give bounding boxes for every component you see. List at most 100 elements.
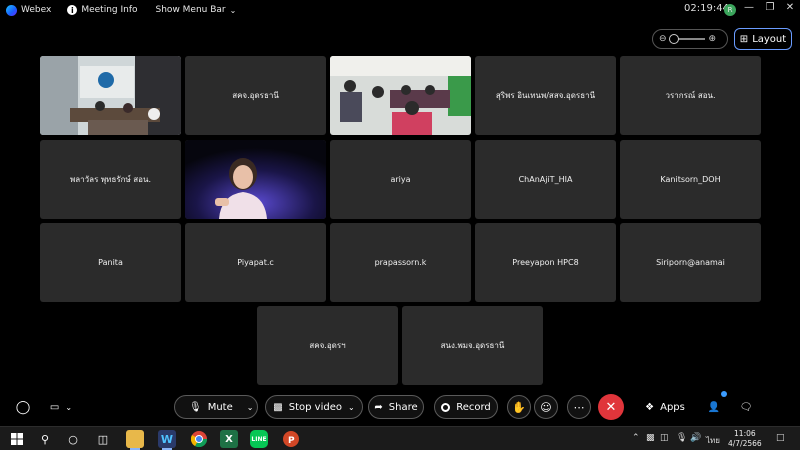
reactions-button[interactable]: ◯ [12,395,34,419]
layout-button[interactable]: ⊞ Layout [734,28,792,50]
notifications-icon[interactable]: □ [776,433,785,443]
task-view-icon[interactable]: ◫ [94,430,112,448]
tray-network-icon[interactable]: ◫ [660,433,669,443]
participant-tile[interactable]: Piyapat.c [185,223,326,302]
participant-tile-video[interactable] [40,56,181,135]
show-menu-bar-button[interactable]: Show Menu Bar ⌄ [156,5,237,15]
minimize-icon[interactable]: — [742,2,756,13]
tray-chevron-up-icon[interactable]: ⌃ [632,433,640,443]
participant-tile[interactable]: ChAnAjiT_HIA [475,140,616,219]
stop-video-button[interactable]: ▩ Stop video ⌄ [265,395,363,419]
record-button[interactable]: Record [434,395,498,419]
chevron-down-icon[interactable]: ⌄ [247,403,254,412]
share-label: Share [388,401,418,413]
powerpoint-icon[interactable]: P [282,430,300,448]
raise-hand-button[interactable]: ✋ [507,395,531,419]
title-bar: Webex i Meeting Info Show Menu Bar ⌄ 02:… [0,0,800,20]
taskbar-clock[interactable]: 11:06 4/7/2566 [728,429,762,449]
zoom-in-icon[interactable]: ⊕ [709,34,717,44]
participant-name: วรากรณ์ สอน. [665,91,716,100]
avatar[interactable]: R [724,4,736,16]
svg-text:P: P [288,436,295,446]
language-indicator[interactable]: ไทย [706,434,720,447]
chat-options-button[interactable]: ▭ ⌄ [46,395,76,419]
grid-icon: ⊞ [739,33,749,45]
participants-icon: 👤 [707,401,721,413]
participant-tile[interactable]: สนง.พมจ.อุดรธานี [402,306,543,385]
zoom-control[interactable]: ⊖ ⊕ [652,29,728,49]
chrome-icon[interactable] [190,430,208,448]
participant-name: พลาวัลร พุทธรักษ์ สอน. [70,175,151,184]
participants-button[interactable]: 👤 [704,395,724,419]
participant-tile-video[interactable] [330,56,471,135]
cortana-icon[interactable]: ○ [64,430,82,448]
participant-tile[interactable]: พลาวัลร พุทธรักษ์ สอน. [40,140,181,219]
taskbar: ⚲ ○ ◫ W X LINE P ⌃ ▩ ◫ 🎙 🔊 ไทย 11:06 4/7… [0,426,800,450]
participant-tile[interactable]: Kanitsorn_DOH [620,140,761,219]
share-button[interactable]: ➦ Share [368,395,424,419]
tray-mic-icon[interactable]: 🎙 [676,433,687,443]
participant-name: สนง.พมจ.อุดรธานี [440,341,505,350]
apps-button[interactable]: ❖ Apps [642,395,688,419]
participant-name: สคจ.อุดรธานี [232,91,279,100]
end-call-button[interactable]: ✕ [598,394,624,420]
webex-logo-icon [6,4,17,16]
mute-label: Mute [207,401,233,413]
chevron-down-icon: ⌄ [229,5,237,15]
participant-tile[interactable]: สคจ.อุดรธานี [185,56,326,135]
line-icon[interactable]: LINE [250,430,268,448]
search-icon[interactable]: ⚲ [36,430,54,448]
reaction-circle-icon: ◯ [15,399,31,415]
participant-tile[interactable]: prapassorn.k [330,223,471,302]
meeting-info-button[interactable]: i Meeting Info [67,5,138,15]
layout-label: Layout [752,33,787,45]
windows-start-icon[interactable] [8,430,26,448]
participant-tile[interactable]: ariya [330,140,471,219]
chevron-down-icon[interactable]: ⌄ [348,403,355,412]
group-video [330,56,471,135]
participant-name: Siriporn@anamai [656,258,725,267]
apps-label: Apps [660,401,685,413]
participant-name: สคจ.อุดรฯ [309,341,346,350]
participant-tile[interactable]: วรากรณ์ สอน. [620,56,761,135]
apps-icon: ❖ [645,401,655,413]
smiley-icon: ☺ [540,400,552,414]
zoom-out-icon[interactable]: ⊖ [659,34,667,44]
record-icon [441,402,451,412]
mute-button[interactable]: 🎙 Mute ⌄ [174,395,258,419]
file-explorer-icon[interactable] [126,430,144,450]
close-icon: ✕ [605,399,617,415]
show-menu-bar-label: Show Menu Bar [155,5,226,15]
tray-display-icon[interactable]: ▩ [646,433,655,443]
participant-tile[interactable]: สคจ.อุดรฯ [257,306,398,385]
chat-button[interactable]: 🗨 [736,395,756,419]
tray-volume-icon[interactable]: 🔊 [690,433,701,443]
participant-name: prapassorn.k [374,258,427,267]
participant-name: Piyapat.c [237,258,274,267]
chat-icon: 🗨 [739,401,753,413]
participant-tile[interactable]: Preeyapon HPC8 [475,223,616,302]
more-dots-icon: ⋯ [573,400,585,414]
participant-tile[interactable]: Panita [40,223,181,302]
meeting-room-video [40,56,181,135]
chat-bubble-icon: ▭ [49,401,60,413]
excel-icon[interactable]: X [220,430,238,448]
webex-taskbar-icon[interactable]: W [158,430,176,450]
microphone-icon: 🎙 [189,401,202,413]
app-name: Webex [21,5,52,15]
restore-icon[interactable]: ❐ [763,2,777,13]
app-brand[interactable]: Webex [6,4,52,16]
zoom-slider-knob[interactable] [668,34,679,44]
participant-tile[interactable]: สุริพร อินเทนพ/สสจ.อุดรธานี [475,56,616,135]
close-icon[interactable]: ✕ [783,2,797,13]
info-icon: i [67,5,78,15]
participant-tile-video[interactable] [185,140,326,219]
more-options-button[interactable]: ⋯ [567,395,591,419]
participant-name: Kanitsorn_DOH [660,175,721,184]
zoom-slider[interactable] [668,34,705,44]
chevron-down-icon: ⌄ [65,402,73,412]
participant-tile[interactable]: Siriporn@anamai [620,223,761,302]
meeting-timer: 02:19:44 [684,3,729,14]
record-label: Record [456,401,491,413]
reactions-emoji-button[interactable]: ☺ [534,395,558,419]
